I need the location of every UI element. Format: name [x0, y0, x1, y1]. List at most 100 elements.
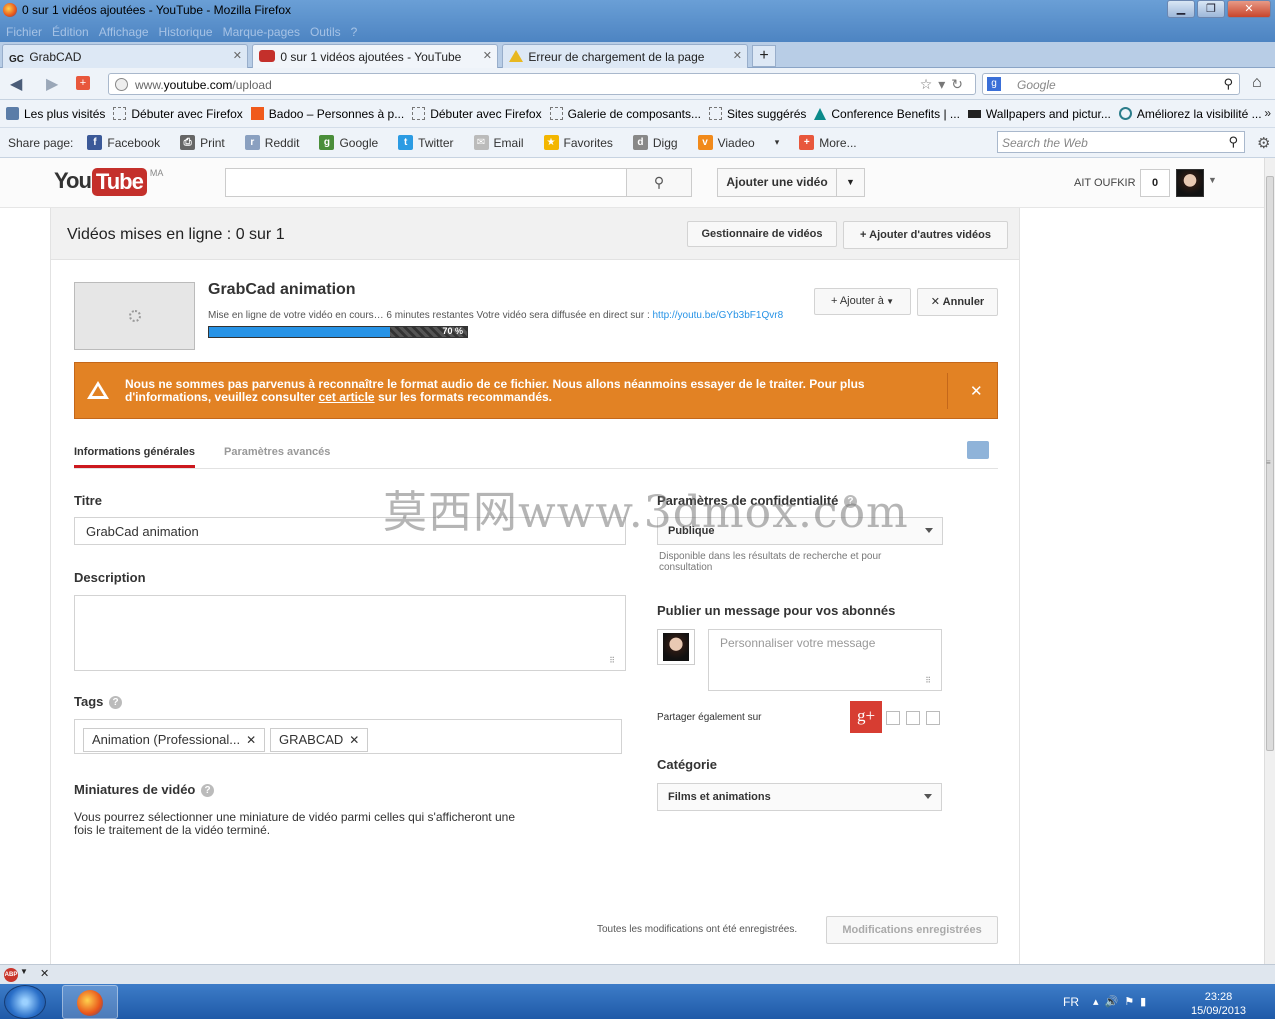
maximize-button[interactable]: ❐ — [1197, 0, 1225, 18]
share-checkbox[interactable] — [886, 711, 900, 725]
close-icon[interactable]: ✕ — [40, 967, 49, 980]
share-checkbox[interactable] — [906, 711, 920, 725]
video-manager-button[interactable]: Gestionnaire de vidéos — [687, 221, 837, 247]
share-viadeo[interactable]: v Viadeo — [697, 135, 755, 150]
help-icon[interactable]: ? — [109, 696, 123, 709]
warning-article-link[interactable]: cet article — [319, 390, 375, 404]
youtube-logo[interactable]: You Tube MA — [54, 168, 163, 196]
close-tab-icon[interactable]: ✕ — [233, 49, 242, 62]
search-icon[interactable]: ⚲ — [1228, 134, 1238, 150]
system-tray[interactable]: ▴🔊⚑▮ — [1093, 995, 1152, 1008]
share-more[interactable]: + More... — [799, 135, 857, 150]
resize-handle-icon[interactable]: ⠿ — [609, 656, 615, 665]
menu-bar: Fichier Édition Affichage Historique Mar… — [6, 25, 357, 39]
add-to-button[interactable]: + Ajouter à ▼ — [814, 288, 911, 315]
bookmark-getting-started-2[interactable]: Débuter avec Firefox — [412, 107, 542, 121]
url-actions[interactable]: ☆▾↻ — [920, 76, 969, 93]
add-more-videos-button[interactable]: + Ajouter d'autres vidéos — [843, 221, 1008, 249]
message-input[interactable]: Personnaliser votre message ⠿ — [708, 629, 942, 691]
youtube-search-input[interactable] — [225, 168, 627, 197]
help-icon[interactable]: ? — [843, 495, 857, 508]
home-icon[interactable]: ⌂ — [1252, 74, 1262, 92]
web-search-input[interactable]: Search the Web ⚲ — [997, 131, 1245, 153]
browser-search-bar[interactable]: g Google ⚲ — [982, 73, 1240, 95]
title-field[interactable]: GrabCad animation — [74, 517, 626, 545]
clock[interactable]: 23:28 15/09/2013 — [1191, 990, 1246, 1018]
minimize-button[interactable]: ▁ — [1167, 0, 1195, 18]
chevron-down-icon[interactable]: ▼ — [20, 967, 28, 976]
bookmark-component-gallery[interactable]: Galerie de composants... — [549, 107, 701, 121]
language-indicator[interactable]: FR — [1063, 995, 1079, 1009]
upload-dropdown-button[interactable]: ▼ — [836, 168, 865, 197]
gear-icon[interactable]: ⚙ — [1257, 134, 1270, 152]
bookmark-suggested-sites[interactable]: Sites suggérés — [709, 107, 806, 121]
tab-grabcad[interactable]: GC GrabCAD ✕ — [2, 44, 248, 68]
youtube-search-button[interactable]: ⚲ — [626, 168, 692, 197]
tab-label: Erreur de chargement de la page — [528, 50, 705, 64]
adblock-icon[interactable]: ABP — [4, 968, 18, 982]
back-icon[interactable]: ◀ — [10, 74, 22, 94]
description-field[interactable]: ⠿ — [74, 595, 626, 671]
tab-advanced-settings[interactable]: Paramètres avancés — [224, 446, 330, 458]
search-icon[interactable]: ⚲ — [1223, 76, 1233, 92]
share-digg[interactable]: d Digg — [632, 135, 678, 150]
tags-field[interactable]: Animation (Professional... ✕ GRABCAD ✕ — [74, 719, 622, 754]
close-tab-icon[interactable]: ✕ — [483, 49, 492, 62]
share-email[interactable]: ✉ Email — [473, 135, 524, 150]
notifications-button[interactable]: 0 — [1140, 169, 1170, 197]
bookmark-visibility[interactable]: Améliorez la visibilité ... — [1118, 107, 1262, 121]
twitter-icon: t — [398, 135, 414, 150]
bookmark-getting-started[interactable]: Débuter avec Firefox — [113, 107, 243, 121]
help-icon[interactable]: ? — [201, 784, 214, 797]
menu-affichage[interactable]: Affichage — [99, 25, 149, 39]
addthis-icon[interactable]: + — [76, 76, 90, 90]
star-icon: ★ — [543, 135, 559, 150]
new-tab-button[interactable]: + — [752, 45, 776, 67]
share-checkbox[interactable] — [926, 711, 940, 725]
person-icon[interactable] — [967, 441, 989, 459]
remove-tag-icon[interactable]: ✕ — [246, 733, 256, 747]
username[interactable]: AIT OUFKIR — [1074, 177, 1136, 189]
menu-outils[interactable]: Outils — [310, 25, 341, 39]
menu-marque-pages[interactable]: Marque-pages — [223, 25, 300, 39]
share-toolbar: Share page: f Facebook ⎙ Print r Reddit g Go… — [0, 128, 1275, 158]
bookmark-wallpapers[interactable]: Wallpapers and pictur... — [967, 107, 1111, 121]
saved-changes-button[interactable]: Modifications enregistrées — [826, 916, 998, 944]
page-scrollbar[interactable]: ≡ — [1264, 158, 1275, 964]
cancel-button[interactable]: ✕ Annuler — [917, 288, 998, 316]
bookmark-badoo[interactable]: Badoo – Personnes à p... — [250, 107, 404, 121]
share-google[interactable]: g Google — [319, 135, 378, 150]
tab-general-info[interactable]: Informations générales — [74, 446, 196, 468]
bookmark-most-visited[interactable]: Les plus visités — [6, 107, 105, 121]
taskbar-firefox[interactable] — [62, 985, 118, 1019]
forward-icon[interactable]: ▶ — [46, 74, 58, 94]
google-plus-icon[interactable]: g+ — [850, 701, 882, 733]
upload-video-button[interactable]: Ajouter une vidéo — [717, 168, 837, 197]
privacy-select[interactable]: Publique — [657, 517, 943, 545]
menu-edition[interactable]: Édition — [52, 25, 89, 39]
avatar[interactable] — [1176, 169, 1204, 197]
video-link[interactable]: http://youtu.be/GYb3bF1Qvr8 — [653, 310, 784, 321]
resize-handle-icon[interactable]: ⠿ — [925, 676, 931, 685]
menu-aide[interactable]: ? — [351, 25, 358, 39]
close-tab-icon[interactable]: ✕ — [733, 49, 742, 62]
menu-fichier[interactable]: Fichier — [6, 25, 42, 39]
share-favorites[interactable]: ★ Favorites — [543, 135, 613, 150]
share-twitter[interactable]: t Twitter — [398, 135, 454, 150]
bookmark-conference[interactable]: Conference Benefits | ... — [814, 107, 960, 121]
share-dropdown[interactable]: ▾ — [775, 137, 780, 148]
share-reddit[interactable]: r Reddit — [244, 135, 299, 150]
tab-load-error[interactable]: Erreur de chargement de la page ✕ — [502, 44, 748, 68]
chevron-down-icon[interactable]: ▼ — [1208, 175, 1217, 185]
tab-youtube-upload[interactable]: 0 sur 1 vidéos ajoutées - YouTube ✕ — [252, 44, 498, 68]
url-bar[interactable]: www.youtube.com/upload ☆▾↻ — [108, 73, 976, 95]
menu-historique[interactable]: Historique — [159, 25, 213, 39]
start-button[interactable] — [4, 985, 46, 1019]
close-button[interactable]: ✕ — [1227, 0, 1271, 18]
share-facebook[interactable]: f Facebook — [87, 135, 160, 150]
chevron-right-icon[interactable]: » — [1264, 106, 1271, 120]
remove-tag-icon[interactable]: ✕ — [349, 733, 359, 747]
share-print[interactable]: ⎙ Print — [180, 135, 225, 150]
category-select[interactable]: Films et animations — [657, 783, 942, 811]
close-warning-icon[interactable]: ✕ — [970, 382, 983, 400]
